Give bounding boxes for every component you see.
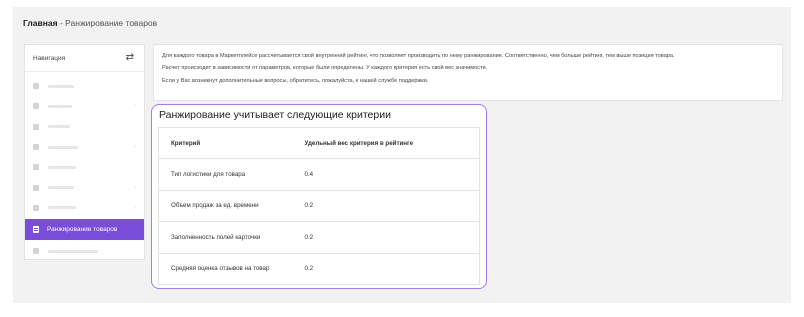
breadcrumb: Главная - Ранжирование товаров [23,18,157,28]
table-row: Средняя оценка отзывов на товар 0.2 [159,253,480,285]
criterion-cell: Заполненность полей карточки [158,221,305,254]
weight-cell: 0.2 [304,221,480,254]
weight-cell: 0.2 [304,265,314,273]
weight-cell: 0.4 [304,158,480,191]
sidebar-item-label-blurred [48,104,72,108]
criteria-panel: Ранжирование учитывает следующие критери… [151,104,487,289]
criteria-title: Ранжирование учитывает следующие критери… [159,109,391,121]
sidebar-item-reports[interactable]: › [25,177,144,197]
home-icon [33,83,39,90]
info-box: Для каждого товара в Маркетплейсе рассчи… [153,44,783,101]
folder-icon [33,144,39,151]
sidebar-item-product-ranking[interactable]: Ранжирование товаров [25,219,144,241]
sidebar-item-folders[interactable]: › [25,137,144,157]
chevron-right-icon: › [134,204,136,211]
sidebar-item-label-blurred [48,165,76,169]
sidebar-item-label-blurred [48,125,70,129]
info-text-line: Расчет происходит в зависимости от парам… [162,65,488,72]
criteria-table: Критерий Удельный вес критерия в рейтинг… [158,127,480,285]
sidebar-item-discounts[interactable] [25,157,144,177]
sidebar-item-filters[interactable] [25,117,144,137]
criterion-cell: Тип логистики для товара [158,158,305,191]
table-header-row: Критерий Удельный вес критерия в рейтинг… [158,127,480,159]
sidebar-item-products[interactable]: › [25,96,144,116]
chevron-right-icon: › [134,103,136,110]
table-row: Тип логистики для товара 0.4 [158,158,480,191]
chart-icon [33,184,39,191]
sidebar-title: Навигация [33,54,66,62]
breadcrumb-separator: - [57,18,66,28]
sidebar-navigation: Навигация ⇄ › › › › Ранжирование товаров [24,44,145,260]
criterion-cell: Объем продаж за ед. времени [158,190,305,222]
criterion-cell: Средняя оценка отзывов на товар [171,265,270,273]
sidebar-item-catalog[interactable]: › [25,198,144,218]
swap-arrows-icon[interactable]: ⇄ [126,53,134,63]
column-header-weight: Удельный вес критерия в рейтинге [304,127,480,159]
chevron-right-icon: › [134,184,136,191]
sidebar-item-label-blurred [48,145,78,149]
table-row: Заполненность полей карточки 0.2 [158,221,480,254]
sidebar-item-tools[interactable] [25,241,144,261]
sidebar-header: Навигация ⇄ [25,45,144,72]
breadcrumb-current: Ранжирование товаров [65,18,158,28]
sidebar-item-label-blurred [48,206,76,210]
table-row: Объем продаж за ед. времени 0.2 [158,190,480,222]
box-icon [33,103,39,110]
percent-icon [33,164,39,171]
document-icon [33,226,39,234]
sidebar-item-label: Ранжирование товаров [47,226,118,234]
sidebar-item-label-blurred [48,84,74,88]
breadcrumb-home-link[interactable]: Главная [23,18,58,28]
info-text-line: Для каждого товара в Маркетплейсе рассчи… [162,53,675,59]
grid-icon [33,204,39,211]
column-header-criterion: Критерий [158,127,305,159]
filter-icon [33,123,39,130]
wrench-icon [33,248,39,255]
info-text-line: Если у Вас возникнут дополнительные вопр… [162,77,429,84]
sidebar-item-label-blurred [48,249,98,253]
sidebar-item-home[interactable] [25,76,144,96]
chevron-right-icon: › [134,144,136,151]
sidebar-item-label-blurred [48,186,74,190]
weight-cell: 0.2 [304,190,480,222]
sidebar-list: › › › › Ранжирование товаров [25,72,144,261]
